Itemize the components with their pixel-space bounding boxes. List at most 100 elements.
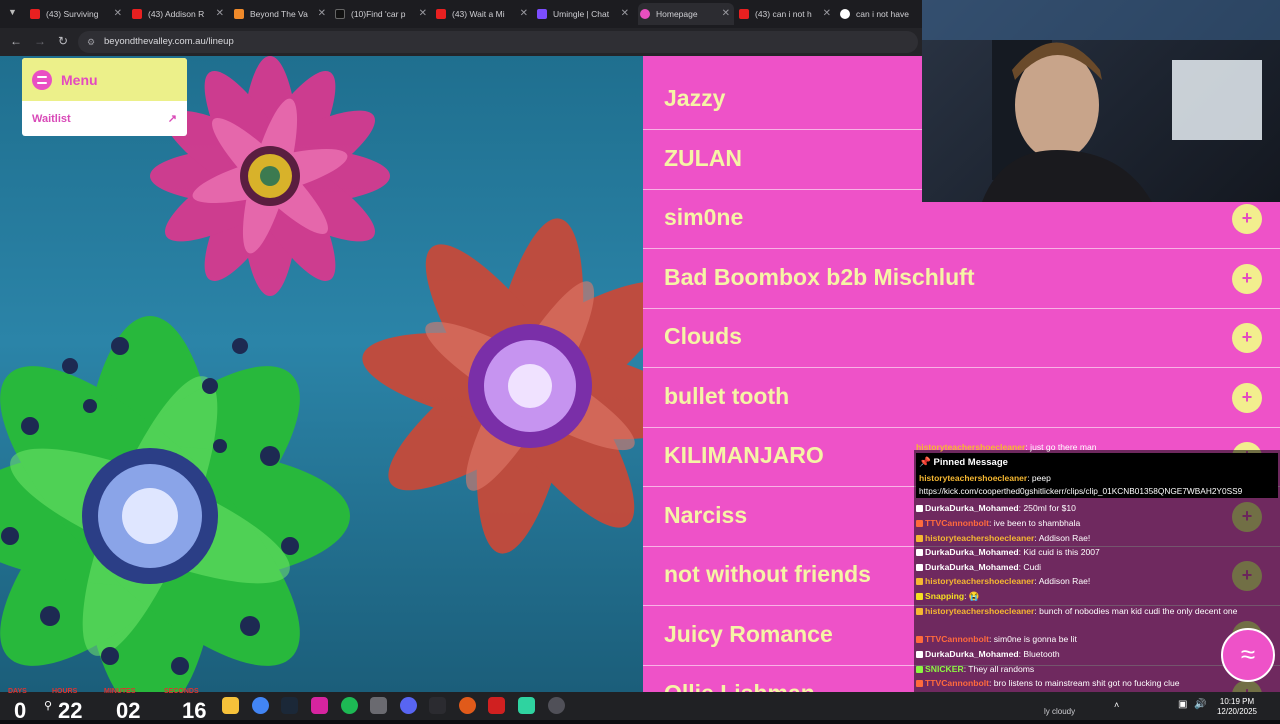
artist-name: Ollie Lishman: [664, 680, 815, 692]
lineup-row[interactable]: Bad Boombox b2b Mischluft +: [643, 249, 1280, 309]
tab-title: Umingle | Chat: [553, 9, 610, 19]
browser-tab[interactable]: can i not have: [840, 3, 920, 25]
timer-seconds: 16: [182, 698, 207, 723]
spotify-icon[interactable]: [341, 697, 358, 714]
timer-days: 0: [14, 698, 27, 723]
tray-chevron-icon[interactable]: ˄: [1114, 700, 1119, 710]
pinned-url[interactable]: https://kick.com/cooperthed0gshitlickerr…: [919, 486, 1242, 496]
lineup-row[interactable]: Clouds +: [643, 308, 1280, 368]
close-icon[interactable]: ✕: [318, 8, 326, 19]
windows-taskbar: DAYS HOURS MINUTES SECONDS 0 22 02 16 ⚲ …: [0, 688, 1280, 723]
site-info-icon[interactable]: ⚙: [87, 31, 95, 53]
artist-name: Jazzy: [664, 85, 726, 111]
chrome-icon[interactable]: [252, 697, 269, 714]
chat-message: TTVCannonbolt: bro listens to mainstream…: [916, 677, 1180, 689]
settings-icon[interactable]: [370, 697, 387, 714]
countdown-timer: DAYS HOURS MINUTES SECONDS 0 22 02 16 ⚲: [0, 688, 215, 723]
tab-title: (10)Find 'car p: [351, 9, 406, 19]
expand-plus-icon[interactable]: +: [1232, 383, 1262, 413]
waitlist-link[interactable]: Waitlist ↗: [22, 101, 187, 126]
chat-text: : Bluetooth: [1018, 649, 1060, 659]
forward-icon[interactable]: →: [34, 34, 46, 48]
chat-badge-icon: [916, 549, 923, 557]
chat-username: historyteachershoecleaner: [925, 533, 1035, 543]
arrow-up-right-icon: ↗: [167, 113, 177, 125]
system-clock[interactable]: 10:19 PM 12/20/2025: [1212, 697, 1262, 717]
chat-badge-icon: [916, 564, 923, 572]
chat-badge-icon: [916, 636, 923, 644]
site-menu-card: Menu Waitlist ↗: [22, 58, 187, 136]
flower-artwork: Menu Waitlist ↗: [0, 56, 643, 692]
browser-tab[interactable]: Beyond The Va ✕: [234, 3, 330, 25]
pinned-message: 📌 Pinned Message historyteachershoeclean…: [916, 453, 1278, 498]
close-icon[interactable]: ✕: [114, 8, 122, 19]
close-icon[interactable]: ✕: [419, 8, 427, 19]
expand-plus-icon[interactable]: +: [1232, 204, 1262, 234]
chat-message: DurkaDurka_Mohamed: Cudi: [916, 561, 1041, 573]
network-icon[interactable]: ▣: [1178, 699, 1187, 710]
chat-text: : Cudi: [1018, 562, 1042, 572]
chat-badge-icon: [916, 593, 923, 601]
browser-tab-active[interactable]: Homepage ✕: [638, 3, 734, 25]
expand-plus-icon[interactable]: +: [1232, 323, 1262, 353]
chat-text: : 250ml for $10: [1018, 503, 1076, 513]
obs-icon[interactable]: [548, 697, 565, 714]
clock-date: 12/20/2025: [1216, 707, 1258, 716]
close-icon[interactable]: ✕: [621, 8, 629, 19]
file-explorer-icon[interactable]: [222, 697, 239, 714]
chat-badge-icon: [916, 680, 923, 688]
chat-username: historyteachershoecleaner: [919, 473, 1028, 483]
app-icon[interactable]: [459, 697, 476, 714]
chat-username: historyteachershoecleaner: [916, 442, 1026, 452]
google-icon: [840, 9, 850, 19]
chat-username: SNICKER: [925, 664, 964, 674]
chat-username: DurkaDurka_Mohamed: [925, 562, 1019, 572]
browser-tab[interactable]: (43) Addison R ✕: [132, 3, 228, 25]
app-icon[interactable]: [518, 697, 535, 714]
chat-message: Snapping: 😭: [916, 590, 980, 602]
browser-tab[interactable]: (43) can i not h ✕: [739, 3, 835, 25]
tab-list-chevron-icon[interactable]: ▼: [8, 7, 17, 17]
address-bar[interactable]: ⚙ beyondthevalley.com.au/lineup: [78, 31, 918, 53]
search-icon[interactable]: ⚲: [44, 699, 52, 712]
close-icon[interactable]: ✕: [216, 8, 224, 19]
browser-tab[interactable]: Umingle | Chat ✕: [537, 3, 633, 25]
artist-name: not without friends: [664, 561, 871, 587]
timer-hours-label: HOURS: [52, 688, 78, 695]
chat-message: historyteachershoecleaner: just go there…: [916, 441, 1097, 453]
discord-icon[interactable]: [400, 697, 417, 714]
kick-logo-icon: ≈: [1221, 628, 1275, 682]
app-icon[interactable]: [429, 697, 446, 714]
chat-text: : bunch of nobodies man kid cudi the onl…: [1034, 606, 1238, 616]
steam-icon[interactable]: [281, 697, 298, 714]
expand-plus-icon[interactable]: +: [1232, 264, 1262, 294]
artist-name: Narciss: [664, 502, 748, 528]
lineup-row[interactable]: bullet tooth +: [643, 368, 1280, 428]
instagram-icon[interactable]: [311, 697, 328, 714]
browser-tab[interactable]: (10)Find 'car p ✕: [335, 3, 431, 25]
chat-badge-icon: [916, 505, 923, 513]
youtube-icon: [739, 9, 749, 19]
chat-text: : 😭: [964, 591, 980, 601]
browser-tab[interactable]: (43) Surviving ✕: [30, 3, 126, 25]
flower-illustration: [0, 56, 643, 692]
tab-title: (43) can i not h: [755, 9, 812, 19]
artist-name: Juicy Romance: [664, 621, 833, 647]
app-icon[interactable]: [488, 697, 505, 714]
close-icon[interactable]: ✕: [823, 8, 831, 19]
youtube-icon: [436, 9, 446, 19]
menu-label: Menu: [61, 71, 98, 88]
close-icon[interactable]: ✕: [722, 8, 730, 19]
close-icon[interactable]: ✕: [520, 8, 528, 19]
chat-text: : ive been to shambhala: [988, 518, 1081, 528]
chat-badge-icon: [916, 535, 923, 543]
chat-username: historyteachershoecleaner: [925, 606, 1035, 616]
back-icon[interactable]: ←: [10, 34, 22, 48]
browser-tab[interactable]: (43) Wait a Mi ✕: [436, 3, 532, 25]
volume-icon[interactable]: 🔊: [1194, 699, 1206, 710]
flower-icon: [234, 9, 244, 19]
menu-button[interactable]: Menu: [22, 58, 187, 101]
chat-username: TTVCannonbolt: [925, 518, 989, 528]
reload-icon[interactable]: ↻: [58, 34, 68, 48]
artist-name: Bad Boombox b2b Mischluft: [664, 264, 975, 290]
